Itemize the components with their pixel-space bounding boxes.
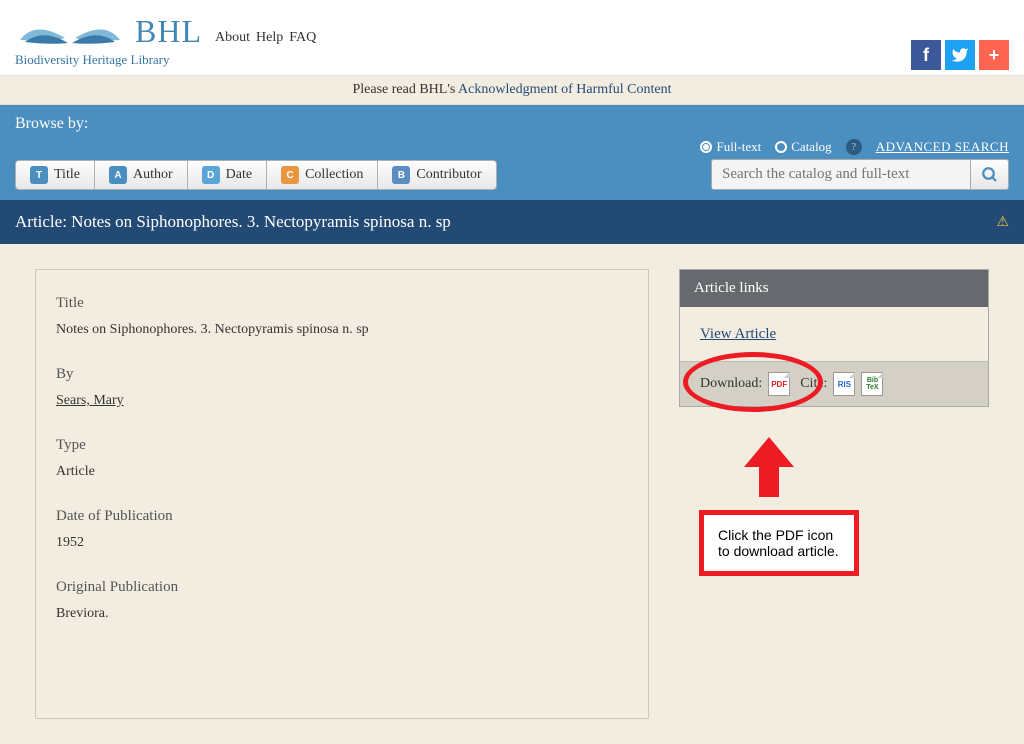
advanced-search-link[interactable]: ADVANCED SEARCH	[876, 139, 1009, 155]
browse-tab-author[interactable]: AAuthor	[95, 160, 188, 190]
browse-label: Browse by:	[15, 115, 1009, 133]
type-label: Type	[56, 437, 628, 454]
twitter-icon[interactable]	[945, 40, 975, 70]
date-value: 1952	[56, 535, 628, 551]
pdf-icon[interactable]: PDF	[768, 372, 790, 396]
title-label: Title	[56, 295, 628, 312]
contributor-icon: B	[392, 166, 410, 184]
help-icon[interactable]: ?	[846, 139, 862, 155]
about-link[interactable]: About	[215, 30, 250, 46]
type-value: Article	[56, 464, 628, 480]
author-icon: A	[109, 166, 127, 184]
orig-value: Breviora.	[56, 606, 628, 622]
harmful-content-link[interactable]: Acknowledgment of Harmful Content	[458, 82, 671, 97]
date-icon: D	[202, 166, 220, 184]
by-label: By	[56, 366, 628, 383]
help-link[interactable]: Help	[256, 30, 283, 46]
browse-tab-date[interactable]: DDate	[188, 160, 267, 190]
faq-link[interactable]: FAQ	[289, 30, 316, 46]
annotation-text: Click the PDF icon to download article.	[699, 510, 859, 576]
collection-icon: C	[281, 166, 299, 184]
author-link[interactable]: Sears, Mary	[56, 393, 628, 409]
bibtex-icon[interactable]: Bib TeX	[861, 372, 883, 396]
browse-tab-contributor[interactable]: BContributor	[378, 160, 496, 190]
browse-tab-title[interactable]: TTitle	[15, 160, 95, 190]
catalog-radio[interactable]	[775, 141, 787, 153]
annotation-arrow	[744, 437, 989, 502]
download-label: Download:	[700, 376, 762, 392]
fulltext-radio-label[interactable]: Full-text	[700, 139, 761, 155]
view-article-link[interactable]: View Article	[700, 326, 776, 342]
addthis-icon[interactable]: +	[979, 40, 1009, 70]
warning-icon[interactable]: ⚠	[996, 214, 1009, 231]
search-input[interactable]	[711, 159, 971, 190]
catalog-radio-label[interactable]: Catalog	[775, 139, 831, 155]
ris-icon[interactable]: RIS	[833, 372, 855, 396]
bhl-tagline[interactable]: Biodiversity Heritage Library	[15, 52, 170, 68]
article-links-header: Article links	[680, 270, 988, 307]
date-label: Date of Publication	[56, 508, 628, 525]
cite-label: Cite:	[800, 376, 827, 392]
facebook-icon[interactable]: f	[911, 40, 941, 70]
fulltext-radio[interactable]	[700, 141, 712, 153]
browse-tab-collection[interactable]: CCollection	[267, 160, 378, 190]
search-button[interactable]	[971, 159, 1009, 190]
article-header-title: Article: Notes on Siphonophores. 3. Nect…	[15, 212, 451, 232]
notice-bar: Please read BHL's Acknowledgment of Harm…	[0, 75, 1024, 105]
title-icon: T	[30, 166, 48, 184]
title-value: Notes on Siphonophores. 3. Nectopyramis …	[56, 322, 628, 338]
orig-label: Original Publication	[56, 579, 628, 596]
article-links-box: Article links View Article Download: PDF…	[679, 269, 989, 407]
bhl-logo-icon[interactable]	[15, 10, 125, 50]
bhl-title[interactable]: BHL	[135, 13, 202, 50]
detail-panel: Title Notes on Siphonophores. 3. Nectopy…	[35, 269, 649, 719]
